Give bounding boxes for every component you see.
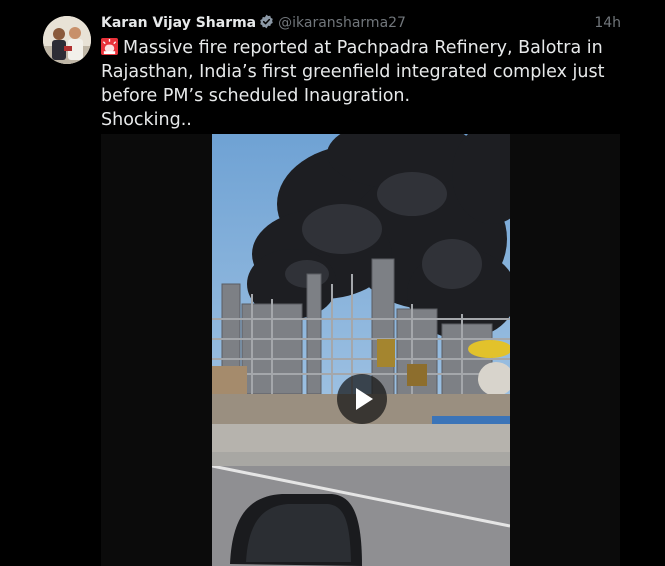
siren-emoji-icon <box>101 38 118 55</box>
tweet-text-line-4: Shocking.. <box>101 110 192 130</box>
tweet-text-line-2: Rajasthan, India’s first greenfield inte… <box>101 62 605 82</box>
video-thumbnail <box>212 134 510 566</box>
play-icon <box>356 388 373 410</box>
tweet[interactable]: Karan Vijay Sharma @ikaransharma27 14h Ma… <box>0 0 665 566</box>
video-player[interactable] <box>212 134 510 566</box>
tweet-text-line-1: Massive fire reported at Pachpadra Refin… <box>101 36 603 60</box>
timestamp[interactable]: 14h <box>594 14 621 32</box>
verified-badge-icon <box>259 14 274 29</box>
author-handle[interactable]: @ikaransharma27 <box>278 15 406 31</box>
tweet-text: Massive fire reported at Pachpadra Refin… <box>101 36 605 132</box>
tweet-text-line-1-content: Massive fire reported at Pachpadra Refin… <box>123 38 603 58</box>
tweet-text-line-3: before PM’s scheduled Inaugration. <box>101 86 411 106</box>
avatar-image <box>43 16 91 64</box>
play-button[interactable] <box>337 374 387 424</box>
author-name[interactable]: Karan Vijay Sharma <box>101 15 256 31</box>
avatar[interactable] <box>43 16 91 64</box>
tweet-header: Karan Vijay Sharma @ikaransharma27 14h <box>101 14 621 34</box>
